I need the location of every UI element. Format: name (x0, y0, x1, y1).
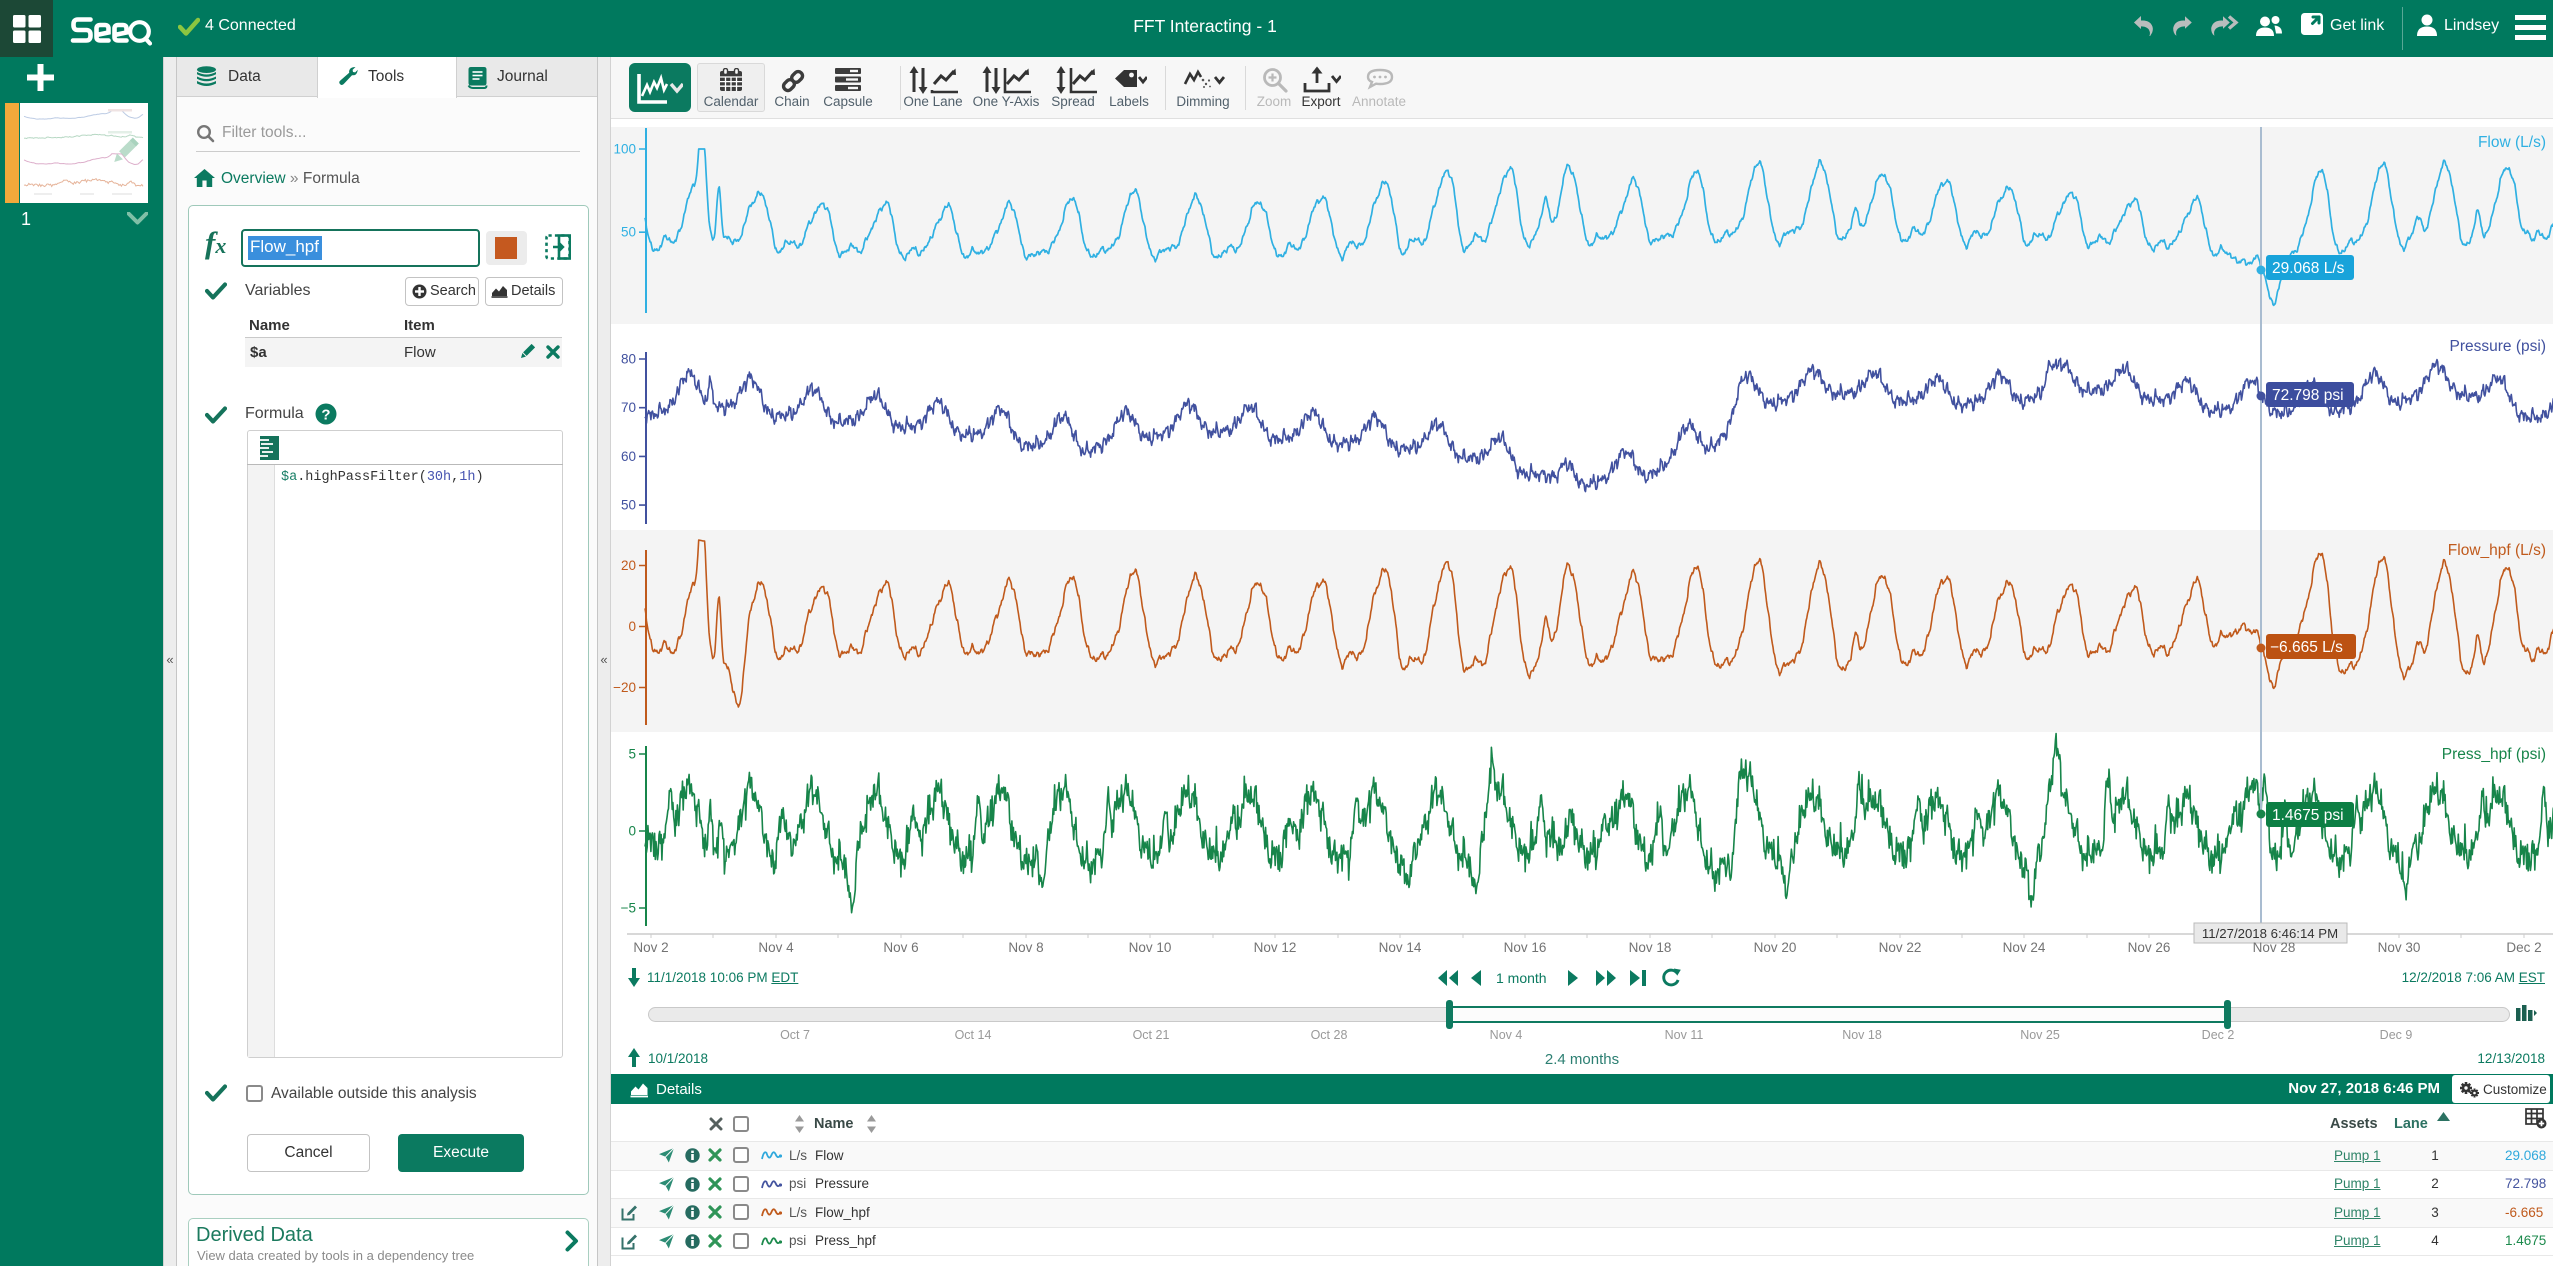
svg-text:Flow (L/s): Flow (L/s) (2478, 134, 2546, 151)
svg-text:Nov 4: Nov 4 (758, 940, 794, 955)
svg-text:Nov 14: Nov 14 (1379, 940, 1422, 955)
svg-text:−20: −20 (613, 680, 636, 695)
svg-text:Nov 8: Nov 8 (1008, 940, 1043, 955)
svg-text:Nov 24: Nov 24 (2003, 940, 2046, 955)
svg-text:Nov 26: Nov 26 (2128, 940, 2171, 955)
svg-text:70: 70 (621, 400, 636, 415)
svg-text:50: 50 (621, 225, 636, 240)
svg-text:0: 0 (628, 824, 636, 839)
svg-text:Nov 16: Nov 16 (1504, 940, 1547, 955)
svg-text:Nov 10: Nov 10 (1129, 940, 1172, 955)
svg-text:Nov 28: Nov 28 (2253, 940, 2296, 955)
svg-text:Nov 22: Nov 22 (1879, 940, 1922, 955)
svg-text:Press_hpf (psi): Press_hpf (psi) (2442, 746, 2546, 763)
svg-text:−5: −5 (621, 901, 636, 916)
svg-text:100: 100 (613, 142, 636, 157)
svg-text:50: 50 (621, 498, 636, 513)
svg-text:Nov 2: Nov 2 (633, 940, 668, 955)
svg-text:29.068 L/s: 29.068 L/s (2272, 260, 2345, 277)
svg-text:60: 60 (621, 449, 636, 464)
svg-text:Nov 20: Nov 20 (1754, 940, 1797, 955)
svg-text:Nov 18: Nov 18 (1629, 940, 1672, 955)
svg-text:Nov 6: Nov 6 (883, 940, 918, 955)
svg-text:Dec 2: Dec 2 (2506, 940, 2541, 955)
svg-text:?: ? (321, 407, 330, 424)
svg-text:1.4675 psi: 1.4675 psi (2272, 807, 2344, 824)
svg-text:80: 80 (621, 352, 636, 367)
svg-text:0: 0 (628, 619, 636, 634)
svg-text:5: 5 (628, 747, 636, 762)
svg-text:72.798 psi: 72.798 psi (2272, 387, 2344, 404)
svg-text:Flow_hpf (L/s): Flow_hpf (L/s) (2448, 542, 2546, 559)
svg-text:Pressure (psi): Pressure (psi) (2450, 338, 2546, 355)
svg-text:Nov 30: Nov 30 (2378, 940, 2421, 955)
svg-text:−6.665 L/s: −6.665 L/s (2270, 639, 2343, 656)
svg-text:20: 20 (621, 558, 636, 573)
svg-text:11/27/2018 6:46:14 PM: 11/27/2018 6:46:14 PM (2202, 926, 2338, 941)
svg-text:Nov 12: Nov 12 (1254, 940, 1297, 955)
